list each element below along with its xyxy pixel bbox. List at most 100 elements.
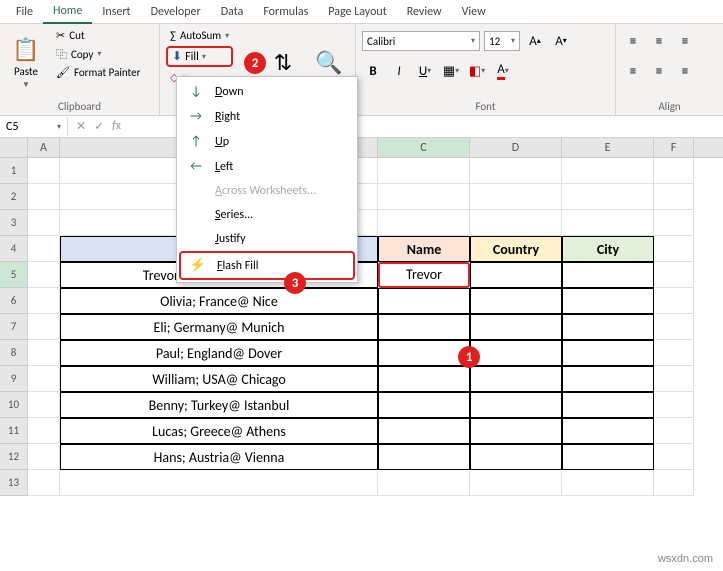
align-left-button[interactable]: ≡ [622,60,644,82]
brush-icon: 🖌 [56,66,70,79]
flash-fill-icon: ⚡ [189,258,207,273]
enter-icon[interactable]: ✓ [94,119,104,134]
increase-font-button[interactable]: A▴ [524,30,546,52]
table-cell[interactable]: Olivia; France@ Nice [60,288,378,314]
align-bottom-button[interactable]: ≡ [674,30,696,52]
fill-left-item[interactable]: ←Left [179,154,355,179]
row-header[interactable]: 8 [0,340,28,366]
table-cell[interactable]: Eli; Germany@ Munich [60,314,378,340]
col-header-C[interactable]: C [378,138,470,157]
font-size-select[interactable]: 12▾ [484,31,520,51]
group-label-alignment: Align [622,98,717,113]
selected-cell[interactable]: Trevor [378,262,470,288]
col-header-F[interactable]: F [654,138,694,157]
table-cell[interactable]: Paul; England@ Dover [60,340,378,366]
group-label-font: Font [362,98,609,113]
tab-home[interactable]: Home [43,0,92,24]
fill-right-item[interactable]: →Right [179,104,355,129]
tab-pagelayout[interactable]: Page Layout [318,1,396,23]
autosum-button[interactable]: ∑AutoSum▾ [166,28,233,43]
bold-button[interactable]: B [362,60,384,82]
row-header[interactable]: 9 [0,366,28,392]
chevron-down-icon: ▼ [22,80,30,90]
table-header[interactable]: City [562,236,654,262]
format-painter-button[interactable]: 🖌Format Painter [52,65,144,80]
group-label-clipboard: Clipboard [6,98,153,113]
copy-icon: ⿻ [56,46,67,62]
formula-bar: C5▾ ✕ ✓ fx [0,116,723,138]
underline-button[interactable]: U▾ [414,60,436,82]
worksheet-grid: A B C D E F 1 2lash Fill Option 3 4NameN… [0,138,723,496]
fill-dropdown-menu: ↓Down →Right ↑Up ←Left Across Worksheets… [176,76,358,283]
table-header[interactable]: Name [378,236,470,262]
table-cell[interactable]: Lucas; Greece@ Athens [60,418,378,444]
table-cell[interactable]: William; USA@ Chicago [60,366,378,392]
ribbon: 📋 Paste ▼ ✂Cut ⿻Copy▾ 🖌Format Painter Cl… [0,24,723,116]
col-header-D[interactable]: D [470,138,562,157]
callout-3: 3 [284,272,306,294]
chevron-down-icon: ▾ [202,52,206,62]
callout-1: 1 [458,346,480,368]
tab-data[interactable]: Data [211,1,254,23]
tab-formulas[interactable]: Formulas [253,1,318,23]
tab-developer[interactable]: Developer [141,1,211,23]
watermark: wsxdn.com [658,553,713,565]
fill-color-button[interactable]: ◧▾ [466,60,488,82]
row-header[interactable]: 3 [0,210,28,236]
tab-file[interactable]: File [6,1,43,23]
row-header[interactable]: 2 [0,184,28,210]
fill-justify-item[interactable]: Justify [179,227,355,251]
font-name-select[interactable]: Calibri▾ [362,31,480,51]
row-header[interactable]: 7 [0,314,28,340]
paste-label: Paste [14,65,38,78]
arrow-right-icon: → [187,109,205,124]
arrow-up-icon: ↑ [187,134,205,149]
tab-review[interactable]: Review [397,1,452,23]
name-box[interactable]: C5▾ [0,118,68,136]
fill-up-item[interactable]: ↑Up [179,129,355,154]
ribbon-tabs: File Home Insert Developer Data Formulas… [0,0,723,24]
tab-insert[interactable]: Insert [92,1,140,23]
align-center-button[interactable]: ≡ [648,60,670,82]
align-top-button[interactable]: ≡ [622,30,644,52]
arrow-left-icon: ← [187,159,205,174]
row-header[interactable]: 12 [0,444,28,470]
table-header[interactable]: Country [470,236,562,262]
fill-down-item[interactable]: ↓Down [179,79,355,104]
align-middle-button[interactable]: ≡ [648,30,670,52]
border-button[interactable]: ▦▾ [440,60,462,82]
flash-fill-item[interactable]: ⚡Flash Fill [179,251,355,280]
align-right-button[interactable]: ≡ [674,60,696,82]
row-header[interactable]: 11 [0,418,28,444]
fx-icon[interactable]: fx [112,119,121,134]
col-header-A[interactable]: A [28,138,60,157]
row-header[interactable]: 4 [0,236,28,262]
decrease-font-button[interactable]: A▾ [550,30,572,52]
font-color-button[interactable]: A▾ [492,60,514,82]
fill-across-item: Across Worksheets... [179,179,355,203]
row-header[interactable]: 13 [0,470,28,496]
fill-down-icon: ⬇ [172,49,182,64]
row-header[interactable]: 6 [0,288,28,314]
table-cell[interactable]: Benny; Turkey@ Istanbul [60,392,378,418]
callout-2: 2 [244,52,266,74]
arrow-down-icon: ↓ [187,84,205,99]
row-header[interactable]: 10 [0,392,28,418]
col-header-E[interactable]: E [562,138,654,157]
sigma-icon: ∑ [170,29,176,42]
row-header[interactable]: 1 [0,158,28,184]
cut-button[interactable]: ✂Cut [52,28,144,43]
scissors-icon: ✂ [56,29,65,42]
paste-button[interactable]: 📋 Paste ▼ [6,28,46,98]
copy-button[interactable]: ⿻Copy▾ [52,45,144,63]
row-header[interactable]: 5 [0,262,28,288]
tab-view[interactable]: View [452,1,496,23]
search-icon: 🔍 [315,49,342,76]
fill-button[interactable]: ⬇ Fill ▾ [166,46,233,67]
italic-button[interactable]: I [388,60,410,82]
table-cell[interactable]: Hans; Austria@ Vienna [60,444,378,470]
clipboard-icon: 📋 [12,36,39,63]
select-all-corner[interactable] [0,138,28,157]
fill-series-item[interactable]: Series... [179,203,355,227]
cancel-icon[interactable]: ✕ [76,119,86,134]
